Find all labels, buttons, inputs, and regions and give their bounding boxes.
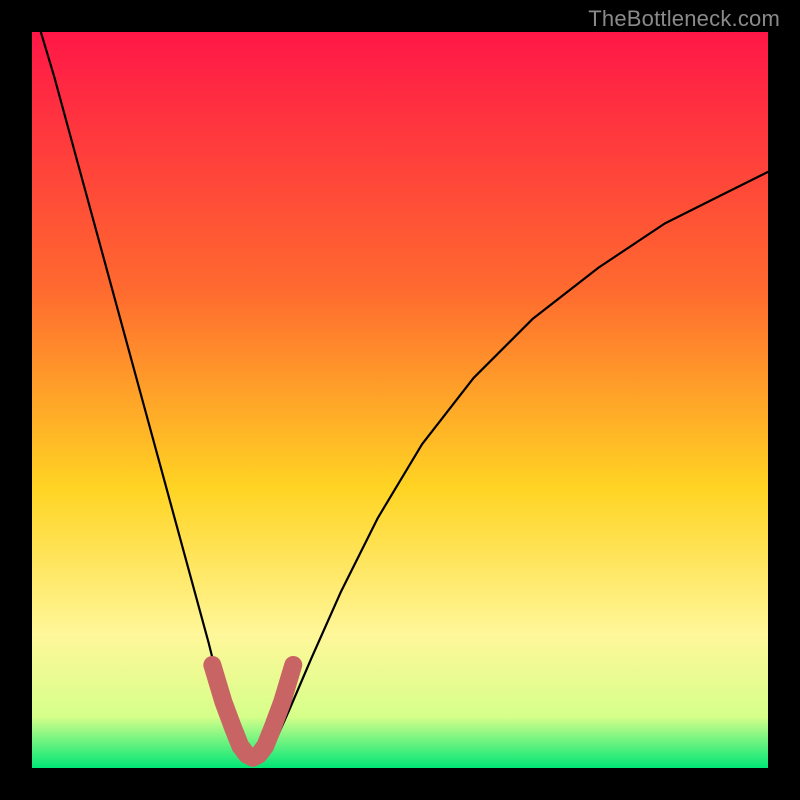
- bottleneck-chart: [32, 32, 768, 768]
- chart-frame: TheBottleneck.com: [0, 0, 800, 800]
- watermark-text: TheBottleneck.com: [588, 6, 780, 32]
- plot-area: [32, 32, 768, 768]
